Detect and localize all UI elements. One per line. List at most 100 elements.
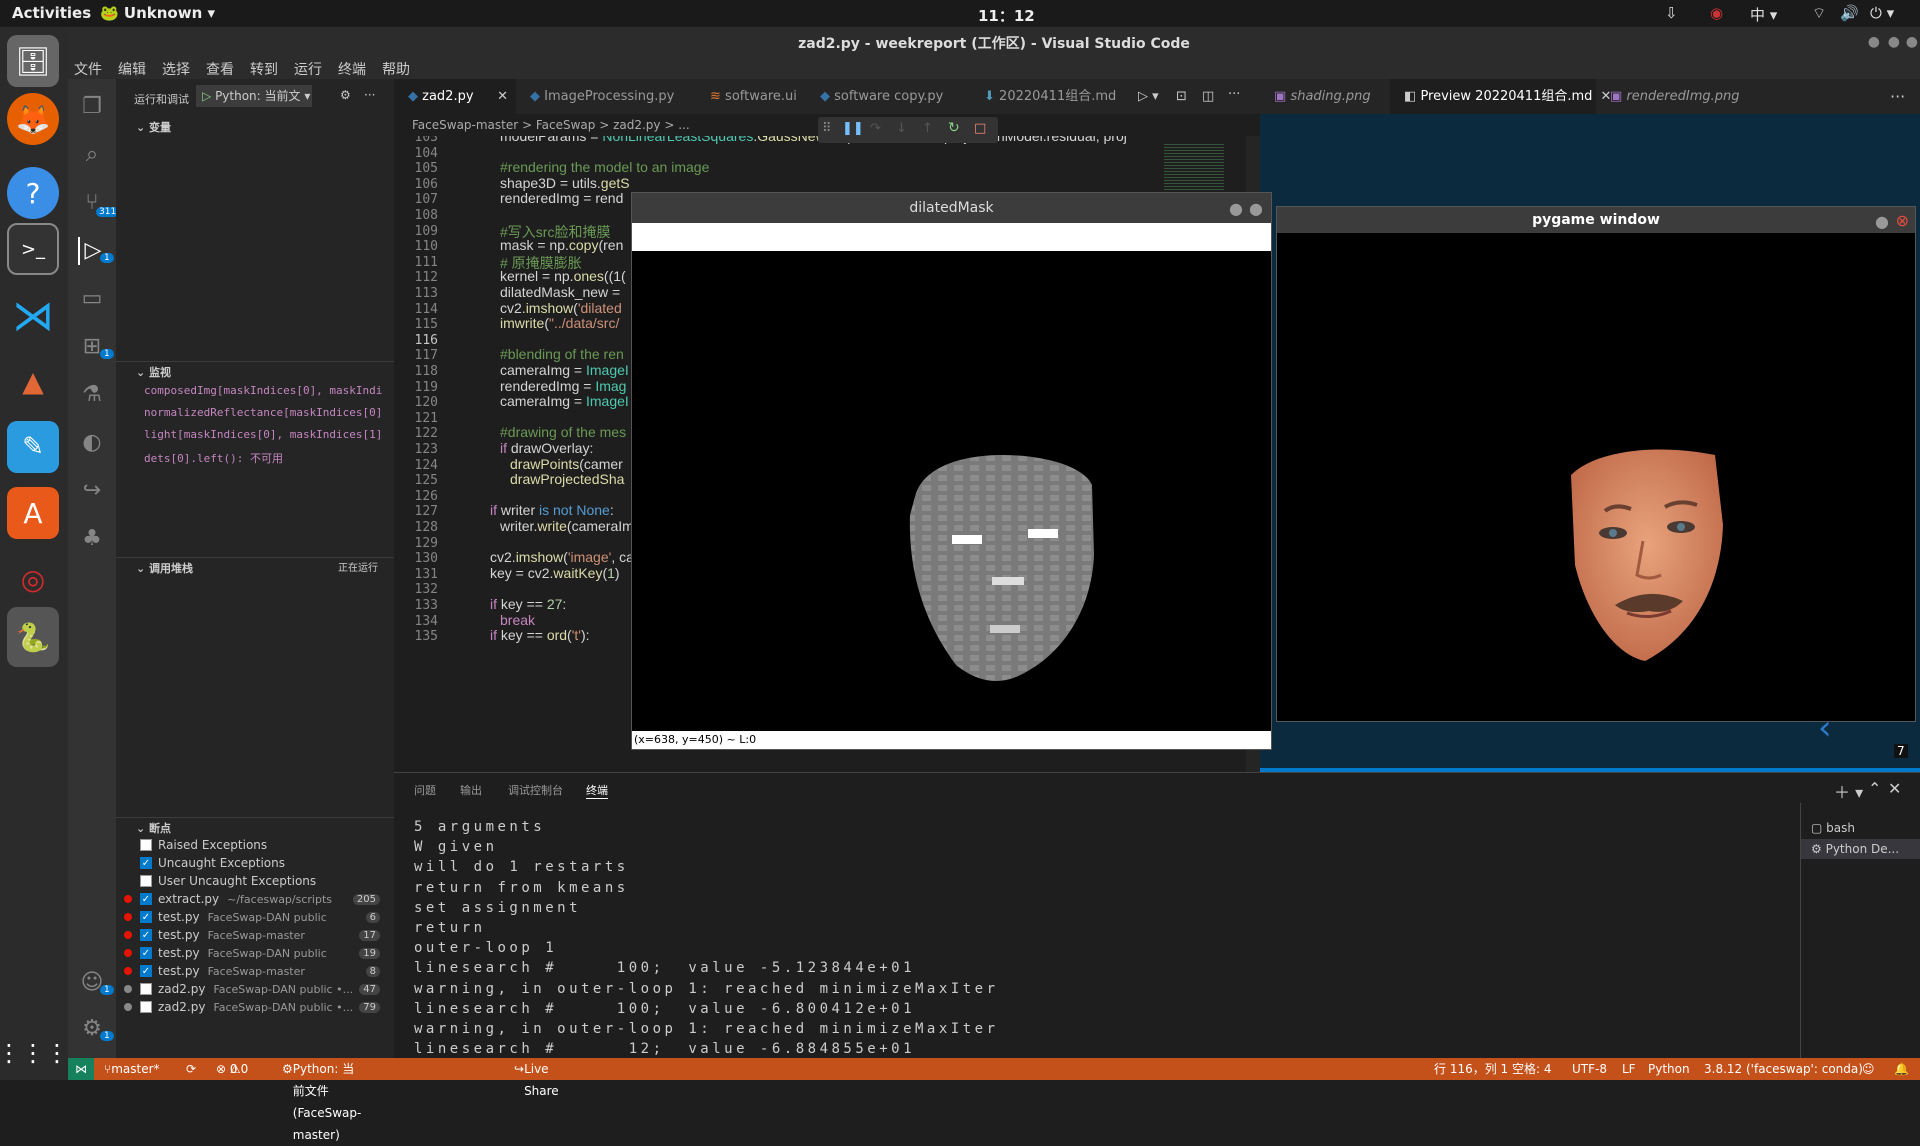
notifications-icon[interactable]: 🔔 [1894,1058,1909,1080]
watch-expression[interactable]: dets[0].left(): 不可用 [144,450,394,466]
firefox-icon[interactable]: 🦊 [7,93,59,145]
close-window-icon[interactable]: ● [1906,34,1918,50]
code-line[interactable]: dilatedMask_new = [500,284,620,300]
python-debugger-icon[interactable]: 🐍 [7,607,59,667]
activities-button[interactable]: Activities [12,4,91,22]
minimize-icon[interactable]: ● [1875,212,1889,231]
live-share-indicator[interactable]: ↪ Live Share [514,1058,559,1098]
pause-icon[interactable]: ❚❚ [842,121,864,136]
menu-item[interactable]: 运行 [294,62,322,78]
checkbox[interactable]: ✓ [140,857,152,869]
vscode-icon[interactable]: ⋊ [7,289,59,341]
checkbox[interactable]: ✓ [140,965,152,977]
github-icon[interactable]: ◐ [78,429,106,457]
tab-terminal[interactable]: 终端 [586,782,608,799]
code-line[interactable]: #rendering the model to an image [500,159,709,175]
code-line[interactable]: if key == 27: [490,596,566,612]
checkbox[interactable] [140,1001,152,1013]
watch-expression[interactable]: normalizedReflectance[maskIndices[0] [144,406,394,419]
code-line[interactable]: drawPoints(camer [510,456,623,472]
checkbox[interactable]: ✓ [140,911,152,923]
close-panel-icon[interactable]: ✕ [1888,779,1901,798]
menu-item[interactable]: 帮助 [382,62,410,78]
breakpoint-item[interactable]: ✓ test.py FaceSwap-master 8 [140,961,394,981]
code-line[interactable]: cv2.imshow('dilated [500,300,622,316]
maximize-icon[interactable]: ● [1888,34,1900,50]
menu-item[interactable]: 选择 [162,62,190,78]
code-line[interactable]: imwrite("../data/src/ [500,315,619,331]
code-line[interactable]: #blending of the ren [500,346,624,362]
menu-item[interactable]: 查看 [206,62,234,78]
tab-problems[interactable]: 问题 [414,782,436,798]
breakpoint-item[interactable]: zad2.py FaceSwap-DAN public •... 47 [140,979,394,999]
help-icon[interactable]: ? [7,167,59,219]
minimize-icon[interactable]: ● [1868,34,1880,50]
layout-icon[interactable]: ⊡ [1176,89,1187,104]
code-line[interactable]: drawProjectedSha [510,471,624,487]
menu-item[interactable]: 转到 [250,62,278,78]
language-mode[interactable]: Python [1648,1058,1690,1080]
eol[interactable]: LF [1622,1058,1636,1080]
breakpoint-item[interactable]: ✓ test.py FaceSwap-DAN public 19 [140,943,394,963]
close-icon[interactable]: ⊗ [1896,211,1909,230]
run-python-icon[interactable]: ▷ ▾ [1138,89,1159,104]
search-icon[interactable]: ⌕ [78,141,106,169]
code-line[interactable]: cameraImg = ImageI [500,393,629,409]
code-line[interactable]: modelParams = NonLinearLeastSquares.Gaus… [500,136,1127,144]
drag-handle-icon[interactable]: ⠿ [822,121,832,136]
update-icon[interactable]: ⇩ [1665,4,1678,22]
watch-section[interactable]: ⌄ 监视 [116,361,394,383]
menu-item[interactable]: 文件 [74,62,102,78]
terminal-item-python[interactable]: ⚙ Python De... [1801,839,1920,859]
tab-shading[interactable]: ▣ shading.png [1260,79,1390,114]
stop-icon[interactable]: □ [974,121,986,136]
restart-icon[interactable]: ↻ [948,120,960,136]
explorer-icon[interactable]: ❐ [78,93,106,121]
power-icon[interactable]: ⏻ ▾ [1870,4,1894,22]
checkbox[interactable] [140,983,152,995]
menu-item[interactable]: 终端 [338,62,366,78]
terminal-output[interactable]: 5 arguments W given will do 1 restarts r… [414,817,999,1059]
code-line[interactable]: shape3D = utils.getS [500,175,630,191]
problems-indicator[interactable]: ⊗ 0 ⚠ 0 [216,1058,248,1080]
live-share-icon[interactable]: ↪ [78,477,106,505]
tab-imageprocessing[interactable]: ◆ ImageProcessing.py [516,79,696,114]
cursor-position[interactable]: 行 116，列 1 [1434,1058,1508,1080]
record-icon[interactable]: ◉ [1710,4,1723,22]
tab-software-ui[interactable]: ≋ software.ui [696,79,806,114]
code-line[interactable]: writer.write(cameraIm [500,518,634,534]
interpreter-indicator[interactable]: ⚙ Python: 当前文件 (FaceSwap-master) [282,1058,361,1142]
step-over-icon[interactable]: ↷ [870,121,881,136]
app-icon[interactable]: ◎ [7,553,59,605]
code-line[interactable]: if writer is not None: [490,502,614,518]
volume-icon[interactable]: 🔊 [1840,4,1859,22]
tab-zad2[interactable]: ◆ zad2.py ✕ [394,79,516,114]
variables-section[interactable]: ⌄ 变量 [116,117,394,139]
debug-settings-icon[interactable]: ⚙ [340,88,351,102]
remote-explorer-icon[interactable]: ▭ [78,285,106,313]
watch-expression[interactable]: light[maskIndices[0], maskIndices[1] [144,428,394,441]
checkbox[interactable]: ✓ [140,947,152,959]
code-line[interactable]: mask = np.copy(ren [500,237,623,253]
tab-renderedimg[interactable]: ▣ renderedImg.png [1596,79,1756,114]
tab-software-copy[interactable]: ◆ software copy.py [806,79,970,114]
python-icon[interactable]: ♣ [78,525,106,553]
menu-item[interactable]: 编辑 [118,62,146,78]
preview-more-icon[interactable]: ··· [1890,87,1905,106]
terminal-icon[interactable]: >_ [7,223,59,275]
exception-breakpoint[interactable]: Raised Exceptions [140,835,394,855]
watch-expression[interactable]: composedImg[maskIndices[0], maskIndi [144,384,394,397]
checkbox[interactable] [140,875,152,887]
checkbox[interactable]: ✓ [140,929,152,941]
close-tab-icon[interactable]: ✕ [497,79,508,114]
show-apps-icon[interactable]: ⋮⋮⋮ [0,1027,69,1079]
breakpoint-item[interactable]: ✓ test.py FaceSwap-master 17 [140,925,394,945]
code-line[interactable]: key = cv2.waitKey(1) [490,565,620,581]
encoding[interactable]: UTF-8 [1572,1058,1607,1080]
input-method[interactable]: 中 ▾ [1750,4,1777,25]
exception-breakpoint[interactable]: ✓ Uncaught Exceptions [140,853,394,873]
code-line[interactable]: kernel = np.ones((1( [500,268,626,284]
exception-breakpoint[interactable]: User Uncaught Exceptions [140,871,394,891]
qq-icon[interactable]: ✎ [7,421,59,473]
sync-icon[interactable]: ⟳ [186,1058,196,1080]
